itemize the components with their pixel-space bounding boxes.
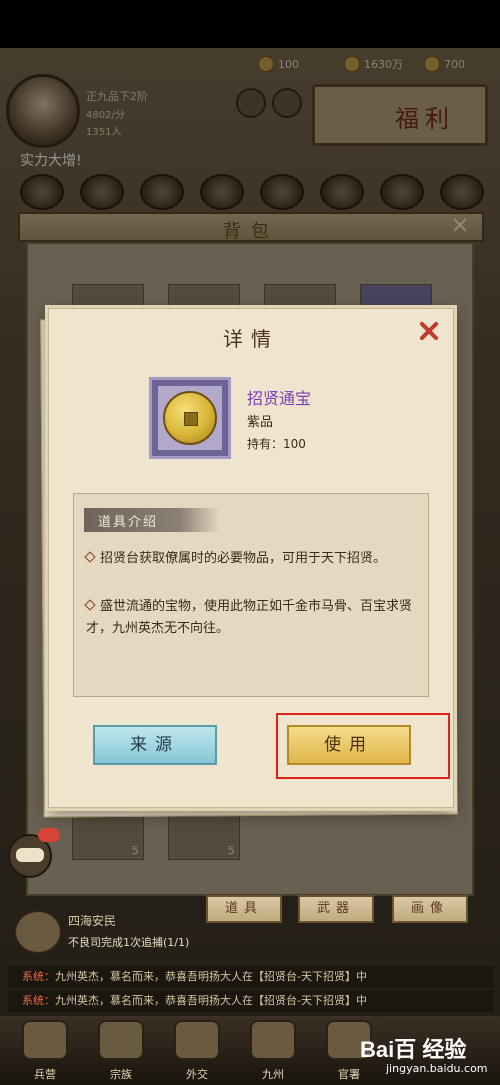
tab-portraits[interactable]: 画像 bbox=[392, 895, 468, 923]
desc-header-label: 道具介绍 bbox=[98, 515, 159, 530]
diplomacy-icon bbox=[174, 1020, 220, 1060]
barracks-icon bbox=[22, 1020, 68, 1060]
use-button-highlight bbox=[276, 713, 450, 779]
watermark-site: jingyan.baidu.com bbox=[386, 1062, 488, 1075]
tab-weapons[interactable]: 武器 bbox=[298, 895, 374, 923]
system-message: 系统：九州英杰，慕名而来，恭喜吾明扬大人在【招贤台-天下招贤】中 bbox=[8, 990, 494, 1012]
nav-label: 宗族 bbox=[110, 1068, 132, 1081]
system-message: 系统：九州英杰，慕名而来，恭喜吾明扬大人在【招贤台-天下招贤】中 bbox=[8, 966, 494, 988]
watermark-logo: Bai百 经验 bbox=[360, 1037, 467, 1062]
nav-clan[interactable]: 宗族 bbox=[92, 1020, 150, 1081]
item-name: 招贤通宝 bbox=[247, 389, 312, 408]
nav-jiuzhou[interactable]: 九州 bbox=[244, 1020, 302, 1081]
nav-label: 外交 bbox=[186, 1068, 208, 1081]
system-prefix: 系统： bbox=[22, 994, 55, 1007]
item-description-box: 道具介绍 招贤台获取僚属时的必要物品，可用于天下招贤。 盛世流通的宝物，使用此物… bbox=[73, 493, 429, 697]
watermark: Bai百 经验 jingyan.baidu.com bbox=[360, 1030, 496, 1080]
coin-icon bbox=[163, 391, 217, 445]
quest-desc: 不良司完成1次追捕(1/1) bbox=[68, 936, 190, 949]
item-grade: 紫品 bbox=[247, 415, 274, 430]
modal-title: 详情 bbox=[223, 327, 279, 351]
system-prefix: 系统： bbox=[22, 970, 55, 983]
chat-icon bbox=[16, 848, 44, 862]
item-owned-count: 持有：100 bbox=[247, 437, 306, 451]
map-icon bbox=[250, 1020, 296, 1060]
quest-icon bbox=[14, 910, 62, 954]
diamond-bullet-icon bbox=[84, 599, 96, 611]
system-text: 九州英杰，慕名而来，恭喜吾明扬大人在【招贤台-天下招贤】中 bbox=[55, 970, 367, 983]
desc-line: 盛世流通的宝物，使用此物正如千金市马骨、百宝求贤才，九州英杰无不向往。 bbox=[84, 596, 422, 640]
clan-icon bbox=[98, 1020, 144, 1060]
nav-label: 兵营 bbox=[34, 1068, 56, 1081]
system-text: 九州英杰，慕名而来，恭喜吾明扬大人在【招贤台-天下招贤】中 bbox=[55, 994, 367, 1007]
desc-line: 招贤台获取僚属时的必要物品，可用于天下招贤。 bbox=[84, 548, 422, 570]
nav-barracks[interactable]: 兵营 bbox=[16, 1020, 74, 1081]
item-icon-frame bbox=[149, 377, 231, 459]
desc-header: 道具介绍 bbox=[84, 508, 220, 532]
source-button[interactable]: 来源 bbox=[93, 725, 217, 765]
coin-hole bbox=[184, 412, 198, 426]
close-icon[interactable] bbox=[415, 317, 443, 345]
desc-text: 盛世流通的宝物，使用此物正如千金市马骨、百宝求贤才，九州英杰无不向往。 bbox=[86, 599, 413, 636]
nav-diplomacy[interactable]: 外交 bbox=[168, 1020, 226, 1081]
nav-label: 九州 bbox=[262, 1068, 284, 1081]
quest-tracker[interactable]: 四海安民 不良司完成1次追捕(1/1) bbox=[8, 910, 228, 954]
diamond-bullet-icon bbox=[84, 551, 96, 563]
status-bar bbox=[0, 0, 500, 48]
desc-text: 招贤台获取僚属时的必要物品，可用于天下招贤。 bbox=[100, 551, 387, 566]
notification-badge bbox=[38, 828, 60, 842]
quest-title: 四海安民 bbox=[68, 914, 117, 928]
